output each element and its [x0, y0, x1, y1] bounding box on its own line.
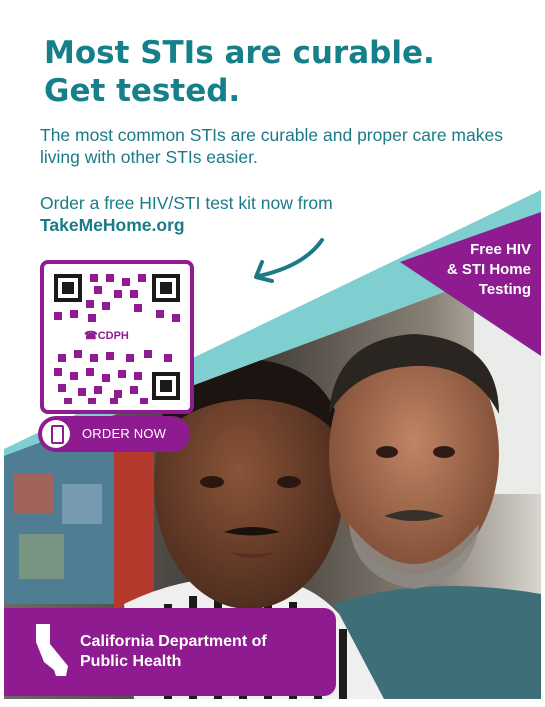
headline-line-2: Get tested.	[44, 73, 241, 109]
cdph-name: California Department of Public Health	[80, 632, 267, 672]
poster: Most STIs are curable. Get tested. The m…	[4, 4, 541, 699]
qr-center-label: ☎CDPH	[82, 328, 131, 343]
arrow-icon	[257, 238, 324, 278]
badge-line-2: & STI Home	[446, 261, 531, 278]
free-testing-badge: Free HIV & STI Home Testing	[381, 240, 531, 300]
qr-code[interactable]: ☎CDPH	[40, 260, 194, 414]
phone-icon	[42, 420, 70, 448]
badge-line-1: Free HIV	[470, 241, 531, 258]
order-text: Order a free HIV/STI test kit now from	[40, 193, 333, 213]
order-text-block: Order a free HIV/STI test kit now from T…	[40, 192, 510, 236]
cdph-line-1: California Department of	[80, 633, 267, 650]
subtext: The most common STIs are curable and pro…	[40, 125, 503, 167]
order-now-button[interactable]: ORDER NOW	[38, 416, 190, 452]
headline: Most STIs are curable. Get tested.	[44, 34, 435, 110]
takemehome-link[interactable]: TakeMeHome.org	[40, 214, 510, 236]
headline-line-1: Most STIs are curable.	[44, 35, 435, 71]
cdph-line-2: Public Health	[80, 653, 182, 670]
california-icon	[36, 624, 68, 676]
badge-line-3: Testing	[478, 281, 531, 298]
cdph-footer: California Department of Public Health	[4, 608, 336, 696]
order-now-label: ORDER NOW	[82, 426, 167, 441]
